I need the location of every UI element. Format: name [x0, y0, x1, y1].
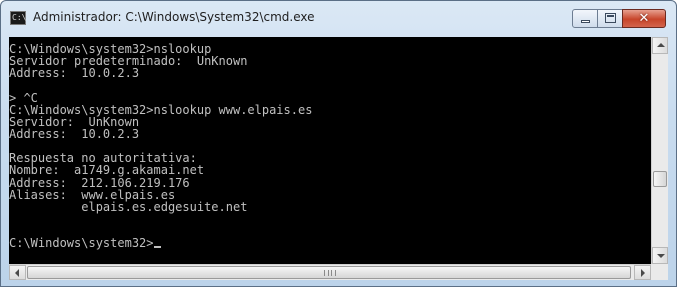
scroll-left-button[interactable]	[9, 265, 26, 280]
arrow-left-icon	[15, 269, 19, 277]
close-icon: ✕	[638, 11, 650, 26]
console-line: Nombre: a1749.g.akamai.net	[9, 163, 205, 178]
vertical-scrollbar[interactable]	[651, 37, 668, 264]
vertical-scroll-thumb[interactable]	[653, 171, 667, 187]
minimize-button[interactable]	[572, 9, 598, 28]
title-bar[interactable]: C:\ Administrador: C:\Windows\System32\c…	[1, 1, 676, 37]
console-output[interactable]: C:\Windows\system32>nslookup Servidor pre…	[9, 37, 651, 264]
arrow-right-icon	[641, 269, 645, 277]
console-line: Aliases: www.elpais.es	[9, 187, 176, 202]
console-line: C:\Windows\system32>	[9, 237, 651, 249]
scroll-right-button[interactable]	[634, 265, 651, 280]
minimize-icon	[581, 20, 590, 23]
grip-icon	[324, 270, 336, 276]
console-line: elpais.es.edgesuite.net	[9, 199, 248, 214]
cmd-icon[interactable]: C:\	[10, 11, 26, 25]
scrollbar-corner	[651, 264, 668, 280]
maximize-button[interactable]	[597, 9, 623, 28]
scroll-down-button[interactable]	[652, 247, 668, 264]
console-line: > ^C	[9, 90, 38, 105]
horizontal-scrollbar[interactable]	[9, 264, 651, 280]
console-text: C:\Windows\system32>nslookup Servidor pre…	[9, 37, 651, 250]
horizontal-scroll-thumb[interactable]	[27, 266, 631, 279]
close-button[interactable]: ✕	[622, 9, 666, 28]
cmd-window: C:\ Administrador: C:\Windows\System32\c…	[0, 0, 677, 287]
arrow-down-icon	[657, 254, 665, 258]
window-title: Administrador: C:\Windows\System32\cmd.e…	[33, 10, 315, 24]
console-line: Address: 10.0.2.3	[9, 126, 140, 141]
cursor	[153, 246, 161, 249]
maximize-icon	[605, 13, 616, 23]
scroll-up-button[interactable]	[652, 37, 668, 54]
arrow-up-icon	[657, 43, 665, 47]
console-line: Address: 10.0.2.3	[9, 66, 140, 81]
console-line: Address: 212.106.219.176	[9, 175, 190, 190]
